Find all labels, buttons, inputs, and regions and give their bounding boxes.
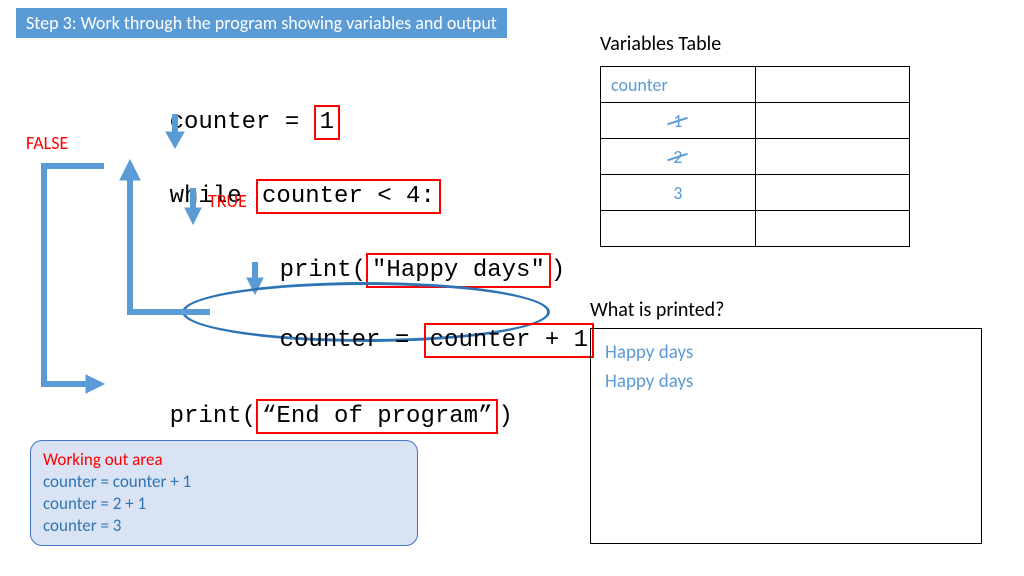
variables-table: counter 1 2 3 xyxy=(600,66,910,247)
table-row: 3 xyxy=(601,175,910,211)
table-row: 1 xyxy=(601,103,910,139)
code-l4-pre: counter = xyxy=(280,327,424,354)
variables-title: Variables Table xyxy=(600,32,721,56)
struck-value: 1 xyxy=(673,110,682,132)
code-l5-post: ) xyxy=(498,403,512,430)
table-row: 2 xyxy=(601,139,910,175)
var-cell xyxy=(755,139,910,175)
working-title: Working out area xyxy=(43,449,405,471)
code-l5-box: “End of program” xyxy=(256,399,498,434)
printed-title: What is printed? xyxy=(590,298,724,322)
arrow-down-icon xyxy=(160,112,190,150)
var-cell: 3 xyxy=(601,175,756,211)
working-out-box: Working out area counter = counter + 1 c… xyxy=(30,440,418,546)
var-header: counter xyxy=(601,67,756,103)
false-label: FALSE xyxy=(26,132,68,154)
table-row: counter xyxy=(601,67,910,103)
var-cell xyxy=(755,211,910,247)
var-cell: 2 xyxy=(601,139,756,175)
code-l4-box: counter + 1 xyxy=(424,323,594,358)
printed-output-box: Happy days Happy days xyxy=(590,328,982,544)
var-cell: 1 xyxy=(601,103,756,139)
var-cell xyxy=(601,211,756,247)
working-line: counter = counter + 1 xyxy=(43,471,405,493)
arrow-loop-back-icon xyxy=(106,156,216,320)
working-line: counter = 3 xyxy=(43,515,405,537)
code-flow-area: counter = 1 while counter < 4: TRUE prin… xyxy=(40,70,580,430)
printed-line: Happy days xyxy=(605,368,967,397)
code-l3-post: ) xyxy=(551,257,565,284)
code-l1-box: 1 xyxy=(314,105,340,140)
struck-value: 2 xyxy=(673,146,682,168)
var-cell xyxy=(755,175,910,211)
var-cell xyxy=(755,103,910,139)
arrow-false-icon xyxy=(32,156,112,394)
printed-line: Happy days xyxy=(605,339,967,368)
table-row xyxy=(601,211,910,247)
code-l5-pre: print( xyxy=(170,403,256,430)
code-l3-pre: print( xyxy=(280,257,366,284)
step-header: Step 3: Work through the program showing… xyxy=(16,8,507,38)
code-l1-pre: counter = xyxy=(170,109,314,136)
var-cell xyxy=(755,67,910,103)
code-l2-box: counter < 4: xyxy=(256,179,441,214)
working-line: counter = 2 + 1 xyxy=(43,493,405,515)
